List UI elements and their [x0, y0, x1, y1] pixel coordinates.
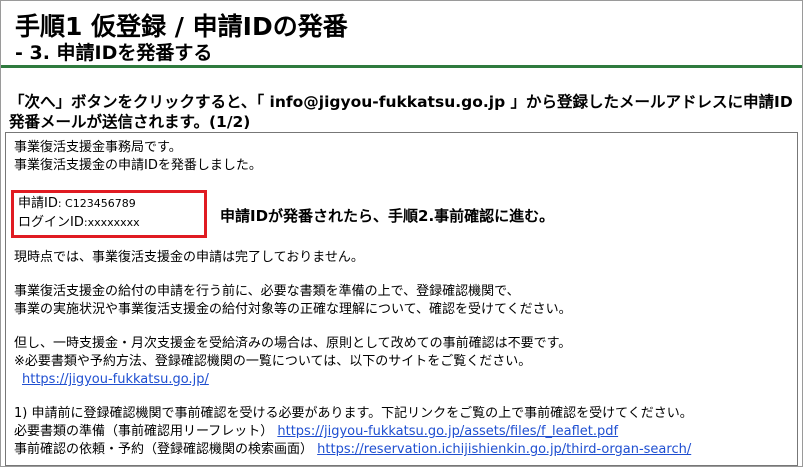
- login-id-row: ログインID:xxxxxxxx: [18, 214, 140, 232]
- next-step-callout: 申請IDが発番されたら、手順2.事前確認に進む。: [220, 207, 555, 225]
- reserve-label: 事前確認の依頼・予約（登録確認機関の検索画面）: [14, 442, 314, 457]
- site-link[interactable]: https://jigyou-fukkatsu.go.jp/: [22, 372, 209, 387]
- id-highlight-box: 申請ID: C123456789 ログインID:xxxxxxxx: [11, 190, 207, 238]
- para4-line-1: 1) 申請前に登録確認機関で事前確認を受ける必要があります。下記リンクをご覧の上…: [14, 406, 693, 421]
- para3-line-2: ※必要書類や予約方法、登録確認機関の一覧については、以下のサイトをご覧ください。: [14, 354, 532, 369]
- para3-line-1: 但し、一時支援金・月次支援金を受給済みの場合は、原則として改めての事前確認は不要…: [14, 336, 572, 351]
- slide-header: 手順1 仮登録 / 申請IDの発番 - 3. 申請IDを発番する: [1, 1, 802, 68]
- header-divider: [1, 65, 802, 68]
- prep-label: 必要書類の準備（事前確認用リーフレット）: [14, 424, 274, 439]
- para2-line-2: 事業の実施状況や事業復活支援金の給付対象等の正確な理解について、確認を受けてくだ…: [14, 302, 572, 317]
- page-subtitle: - 3. 申請IDを発番する: [15, 42, 213, 64]
- greeting-line-2: 事業復活支援金の申請IDを発番しました。: [14, 158, 262, 173]
- leaflet-link[interactable]: https://jigyou-fukkatsu.go.jp/assets/fil…: [277, 424, 618, 439]
- reservation-link[interactable]: https://reservation.ichijishienkin.go.jp…: [317, 442, 691, 457]
- login-id-value: :xxxxxxxx: [83, 216, 140, 229]
- site-link-row: https://jigyou-fukkatsu.go.jp/: [22, 371, 209, 389]
- greeting-line-1: 事業復活支援金事務局です。: [14, 140, 182, 155]
- notice-text: 「次へ」ボタンをクリックすると、「 info@jigyou-fukkatsu.g…: [9, 93, 793, 131]
- email-body: 事業復活支援金事務局です。 事業復活支援金の申請IDを発番しました。 申請ID:…: [5, 132, 798, 466]
- application-id-value: : C123456789: [57, 197, 136, 210]
- reserve-row: 事前確認の依頼・予約（登録確認機関の検索画面） https://reservat…: [14, 441, 691, 459]
- prep-row: 必要書類の準備（事前確認用リーフレット） https://jigyou-fukk…: [14, 423, 618, 441]
- login-id-label: ログインID: [18, 215, 84, 230]
- application-id-row: 申請ID: C123456789: [18, 195, 136, 213]
- application-id-label: 申請ID: [18, 196, 58, 211]
- status-line: 現時点では、事業復活支援金の申請は完了しておりません。: [14, 250, 364, 265]
- para2-line-1: 事業復活支援金の給付の申請を行う前に、必要な書類を準備の上で、登録確認機関で、: [14, 284, 520, 299]
- slide-frame: 手順1 仮登録 / 申請IDの発番 - 3. 申請IDを発番する 「次へ」ボタン…: [0, 0, 803, 467]
